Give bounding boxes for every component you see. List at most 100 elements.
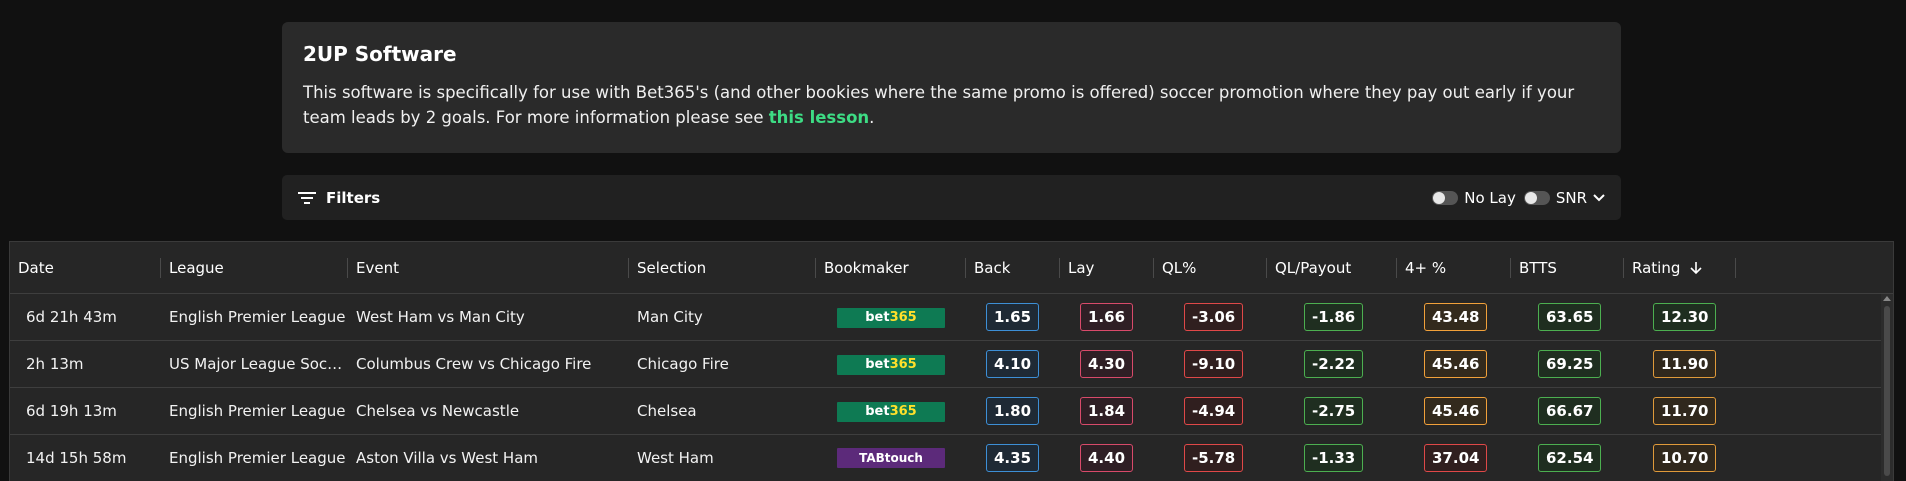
rating-badge: 12.30 — [1653, 303, 1717, 331]
cell-qlpayout: -1.33 — [1267, 444, 1397, 472]
btts-badge: 69.25 — [1538, 350, 1602, 378]
snr-toggle[interactable]: SNR — [1523, 188, 1605, 207]
table-row[interactable]: 14d 15h 58m English Premier League Aston… — [10, 435, 1893, 481]
cell-ql: -4.94 — [1154, 397, 1267, 425]
cell-back: 4.35 — [966, 444, 1060, 472]
cell-btts: 66.67 — [1511, 397, 1624, 425]
cell-bookmaker: bet365 — [816, 401, 966, 422]
col-lay[interactable]: Lay — [1060, 242, 1154, 293]
cell-league: English Premier League — [169, 308, 346, 326]
table-row[interactable]: 2h 13m US Major League Soccer Columbus C… — [10, 341, 1893, 388]
cell-selection: West Ham — [637, 449, 714, 467]
no-lay-switch[interactable] — [1432, 190, 1459, 205]
ql-badge: -9.10 — [1184, 350, 1244, 378]
snr-switch[interactable] — [1523, 190, 1550, 205]
qlpayout-badge: -1.33 — [1304, 444, 1364, 472]
cell-qlpayout: -2.22 — [1267, 350, 1397, 378]
rating-badge: 11.70 — [1653, 397, 1717, 425]
cell-event: Chelsea vs Newcastle — [356, 402, 520, 420]
filters-toggle[interactable]: Filters — [298, 189, 380, 207]
bet365-logo[interactable]: bet365 — [837, 354, 945, 375]
cell-event: Aston Villa vs West Ham — [356, 449, 538, 467]
col-ql[interactable]: QL% — [1154, 242, 1267, 293]
chevron-down-icon[interactable] — [1593, 193, 1605, 202]
col-league[interactable]: League — [161, 242, 348, 293]
cell-ql: -9.10 — [1154, 350, 1267, 378]
sort-down-arrow-icon — [1690, 261, 1702, 274]
cell-qlpayout: -1.86 — [1267, 303, 1397, 331]
table-row[interactable]: 6d 21h 43m English Premier League West H… — [10, 294, 1893, 341]
four-plus-badge: 45.46 — [1424, 397, 1488, 425]
odds-table: Date League Event Selection Bookmaker Ba… — [9, 241, 1894, 481]
col-bookmaker[interactable]: Bookmaker — [816, 242, 966, 293]
cell-btts: 62.54 — [1511, 444, 1624, 472]
cell-lay: 1.84 — [1060, 397, 1154, 425]
no-lay-toggle[interactable]: No Lay — [1432, 189, 1516, 207]
cell-back: 1.65 — [966, 303, 1060, 331]
lay-odds-badge[interactable]: 1.84 — [1080, 397, 1134, 425]
back-odds-badge[interactable]: 1.65 — [986, 303, 1040, 331]
lay-odds-badge[interactable]: 1.66 — [1080, 303, 1134, 331]
cell-date: 6d 21h 43m — [26, 308, 117, 326]
four-plus-badge: 45.46 — [1424, 350, 1488, 378]
lay-odds-badge[interactable]: 4.40 — [1080, 444, 1134, 472]
cell-rating: 10.70 — [1624, 444, 1736, 472]
col-date[interactable]: Date — [10, 242, 161, 293]
ql-badge: -4.94 — [1184, 397, 1244, 425]
scroll-up-arrow-icon[interactable] — [1883, 296, 1891, 301]
table-scrollbar[interactable] — [1881, 294, 1893, 481]
cell-four: 45.46 — [1397, 397, 1511, 425]
filter-icon — [298, 191, 316, 204]
cell-league: US Major League Soccer — [169, 355, 348, 373]
tabtouch-logo[interactable]: TABtouch — [837, 448, 945, 468]
cell-rating: 11.70 — [1624, 397, 1736, 425]
filters-bar: Filters No Lay SNR — [282, 175, 1621, 220]
col-qlpayout[interactable]: QL/Payout — [1267, 242, 1397, 293]
cell-four: 43.48 — [1397, 303, 1511, 331]
ql-badge: -5.78 — [1184, 444, 1244, 472]
back-odds-badge[interactable]: 4.35 — [986, 444, 1040, 472]
cell-btts: 69.25 — [1511, 350, 1624, 378]
btts-badge: 62.54 — [1538, 444, 1602, 472]
cell-lay: 1.66 — [1060, 303, 1154, 331]
back-odds-badge[interactable]: 4.10 — [986, 350, 1040, 378]
snr-label: SNR — [1555, 188, 1587, 207]
cell-rating: 12.30 — [1624, 303, 1736, 331]
filters-label: Filters — [326, 188, 381, 207]
col-selection[interactable]: Selection — [629, 242, 816, 293]
btts-badge: 66.67 — [1538, 397, 1602, 425]
cell-lay: 4.30 — [1060, 350, 1154, 378]
qlpayout-badge: -2.75 — [1304, 397, 1364, 425]
lesson-link[interactable]: this lesson — [769, 108, 869, 127]
col-four[interactable]: 4+ % — [1397, 242, 1511, 293]
no-lay-label: No Lay — [1464, 188, 1516, 207]
col-back[interactable]: Back — [966, 242, 1060, 293]
cell-selection: Man City — [637, 308, 703, 326]
scrollbar-thumb[interactable] — [1884, 306, 1890, 476]
bet365-logo[interactable]: bet365 — [837, 307, 945, 328]
cell-event: Columbus Crew vs Chicago Fire — [356, 355, 592, 373]
col-event[interactable]: Event — [348, 242, 629, 293]
qlpayout-badge: -2.22 — [1304, 350, 1364, 378]
cell-event: West Ham vs Man City — [356, 308, 525, 326]
cell-date: 6d 19h 13m — [26, 402, 117, 420]
col-rating[interactable]: Rating — [1624, 242, 1736, 293]
cell-back: 4.10 — [966, 350, 1060, 378]
qlpayout-badge: -1.86 — [1304, 303, 1364, 331]
table-row[interactable]: 6d 19h 13m English Premier League Chelse… — [10, 388, 1893, 435]
cell-bookmaker: TABtouch — [816, 448, 966, 468]
cell-bookmaker: bet365 — [816, 354, 966, 375]
cell-date: 2h 13m — [26, 355, 84, 373]
col-btts[interactable]: BTTS — [1511, 242, 1624, 293]
cell-rating: 11.90 — [1624, 350, 1736, 378]
four-plus-badge: 37.04 — [1424, 444, 1488, 472]
cell-four: 45.46 — [1397, 350, 1511, 378]
cell-bookmaker: bet365 — [816, 307, 966, 328]
bet365-logo[interactable]: bet365 — [837, 401, 945, 422]
lay-odds-badge[interactable]: 4.30 — [1080, 350, 1134, 378]
btts-badge: 63.65 — [1538, 303, 1602, 331]
rating-badge: 11.90 — [1653, 350, 1717, 378]
back-odds-badge[interactable]: 1.80 — [986, 397, 1040, 425]
rating-badge: 10.70 — [1653, 444, 1717, 472]
cell-ql: -5.78 — [1154, 444, 1267, 472]
